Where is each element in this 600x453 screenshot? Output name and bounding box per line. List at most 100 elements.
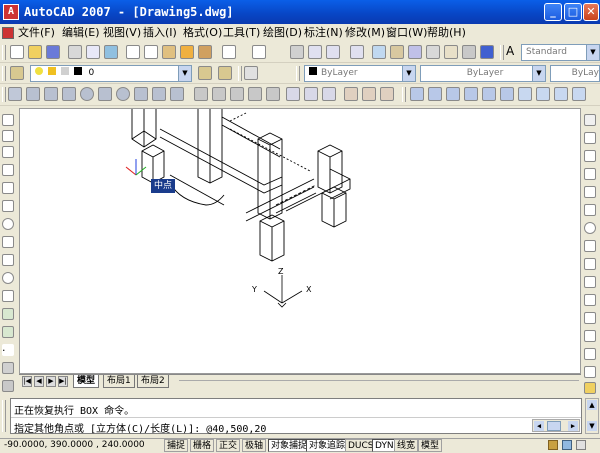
view-left-icon[interactable]: [446, 87, 460, 101]
move-icon[interactable]: [584, 204, 596, 216]
toggle-otrack[interactable]: 对象追踪: [306, 439, 349, 452]
toggle-osnap[interactable]: 对象捕捉: [268, 439, 311, 452]
first-tab-icon[interactable]: |◀: [22, 376, 32, 387]
3d-rotate-icon[interactable]: [362, 87, 376, 101]
array-icon[interactable]: [584, 186, 596, 198]
markup-icon[interactable]: [444, 45, 458, 59]
cone-icon[interactable]: [62, 87, 76, 101]
sweep-icon[interactable]: [230, 87, 244, 101]
extrude-icon[interactable]: [194, 87, 208, 101]
communication-center-icon[interactable]: [562, 440, 572, 450]
copy-object-icon[interactable]: [584, 132, 596, 144]
coordinate-readout[interactable]: -90.0000, 390.0000 , 240.0000: [2, 439, 160, 452]
command-grip[interactable]: [2, 400, 6, 432]
sphere-icon[interactable]: [80, 87, 94, 101]
menu-edit[interactable]: 编辑(E): [62, 24, 100, 42]
polygon-icon[interactable]: [2, 164, 14, 176]
scroll-down-icon[interactable]: ▼: [587, 421, 597, 431]
toggle-ortho[interactable]: 正交: [216, 439, 241, 452]
make-layer-current-icon[interactable]: [198, 66, 212, 80]
spline-icon[interactable]: [2, 254, 14, 266]
chamfer-icon[interactable]: [584, 348, 596, 360]
command-window[interactable]: 正在恢复执行 BOX 命令。 指定其他角点或 [立方体(C)/长度(L)]: @…: [10, 398, 582, 435]
command-vertical-scrollbar[interactable]: ▲ ▼: [585, 398, 599, 434]
offset-icon[interactable]: [584, 168, 596, 180]
next-tab-icon[interactable]: ▶: [46, 376, 56, 387]
print-icon[interactable]: [68, 45, 82, 59]
subtract-icon[interactable]: [304, 87, 318, 101]
cut-icon[interactable]: [126, 45, 140, 59]
toolbar-grip[interactable]: [238, 66, 242, 81]
paste-icon[interactable]: [162, 45, 176, 59]
pyramid-icon[interactable]: [134, 87, 148, 101]
union-icon[interactable]: [286, 87, 300, 101]
menu-window[interactable]: 窗口(W): [386, 24, 427, 42]
document-icon[interactable]: [2, 27, 14, 39]
menu-file[interactable]: 文件(F): [18, 24, 55, 42]
scroll-left-icon[interactable]: ◀: [534, 421, 544, 431]
drawing-canvas[interactable]: Z Y X 中点: [19, 108, 581, 374]
color-select[interactable]: ByLayer ▼: [304, 65, 416, 82]
copy-icon[interactable]: [144, 45, 158, 59]
text-style-select[interactable]: Standard ▼: [521, 44, 600, 61]
minimize-button[interactable]: _: [544, 3, 562, 21]
planar-surface-icon[interactable]: [170, 87, 184, 101]
menu-insert[interactable]: 插入(I): [143, 24, 177, 42]
menu-format[interactable]: 格式(O): [183, 24, 222, 42]
gradient-icon[interactable]: [2, 380, 14, 392]
hatch-icon[interactable]: [2, 362, 14, 374]
layer-previous-icon[interactable]: [218, 66, 232, 80]
scroll-thumb[interactable]: [547, 421, 561, 431]
publish-icon[interactable]: [104, 45, 118, 59]
redo-icon[interactable]: [252, 45, 266, 59]
cylinder-icon[interactable]: [98, 87, 112, 101]
new-file-icon[interactable]: [10, 45, 24, 59]
horizontal-scrollbar[interactable]: [179, 380, 579, 383]
wedge-icon[interactable]: [44, 87, 58, 101]
open-file-icon[interactable]: [28, 45, 42, 59]
match-properties-icon[interactable]: [180, 45, 194, 59]
toolbar-grip[interactable]: [402, 87, 406, 102]
linetype-select[interactable]: ByLayer ▼: [420, 65, 546, 82]
menu-dimension[interactable]: 标注(N): [304, 24, 343, 42]
toggle-model-space[interactable]: 模型: [418, 439, 443, 452]
tab-model[interactable]: 模型: [73, 375, 100, 388]
trim-icon[interactable]: [584, 276, 596, 288]
menu-view[interactable]: 视图(V): [103, 24, 141, 42]
3d-move-icon[interactable]: [344, 87, 358, 101]
rectangle-icon[interactable]: [2, 182, 14, 194]
toolbar-grip[interactable]: [500, 45, 504, 60]
view-ne-iso-icon[interactable]: [554, 87, 568, 101]
view-se-iso-icon[interactable]: [536, 87, 550, 101]
mirror-icon[interactable]: [584, 150, 596, 162]
plot-preview-icon[interactable]: [86, 45, 100, 59]
make-block-icon[interactable]: [2, 326, 14, 338]
polyline-icon[interactable]: [2, 146, 14, 158]
toggle-dyn[interactable]: DYN: [372, 439, 397, 452]
ellipse-icon[interactable]: [2, 272, 14, 284]
toggle-grid[interactable]: 栅格: [190, 439, 215, 452]
sheet-set-icon[interactable]: [426, 45, 440, 59]
scroll-up-icon[interactable]: ▲: [587, 400, 597, 410]
revision-cloud-icon[interactable]: [2, 236, 14, 248]
zoom-realtime-icon[interactable]: [308, 45, 322, 59]
tab-layout1[interactable]: 布局1: [103, 375, 135, 388]
close-button[interactable]: ✕: [583, 3, 599, 21]
extend-icon[interactable]: [584, 294, 596, 306]
prev-tab-icon[interactable]: ◀: [34, 376, 44, 387]
view-bottom-icon[interactable]: [428, 87, 442, 101]
status-menu-icon[interactable]: [576, 440, 586, 450]
lock-icon[interactable]: [548, 440, 558, 450]
torus-icon[interactable]: [116, 87, 130, 101]
zoom-window-icon[interactable]: [326, 45, 340, 59]
toggle-snap[interactable]: 捕捉: [164, 439, 189, 452]
toolbar-grip[interactable]: [2, 45, 6, 60]
tab-layout2[interactable]: 布局2: [137, 375, 169, 388]
revolve-icon[interactable]: [248, 87, 262, 101]
toolbar-grip[interactable]: [296, 66, 300, 81]
last-tab-icon[interactable]: ▶|: [58, 376, 68, 387]
toggle-lineweight[interactable]: 线宽: [394, 439, 419, 452]
help-icon[interactable]: [480, 45, 494, 59]
ellipse-arc-icon[interactable]: [2, 290, 14, 302]
properties-icon[interactable]: [372, 45, 386, 59]
